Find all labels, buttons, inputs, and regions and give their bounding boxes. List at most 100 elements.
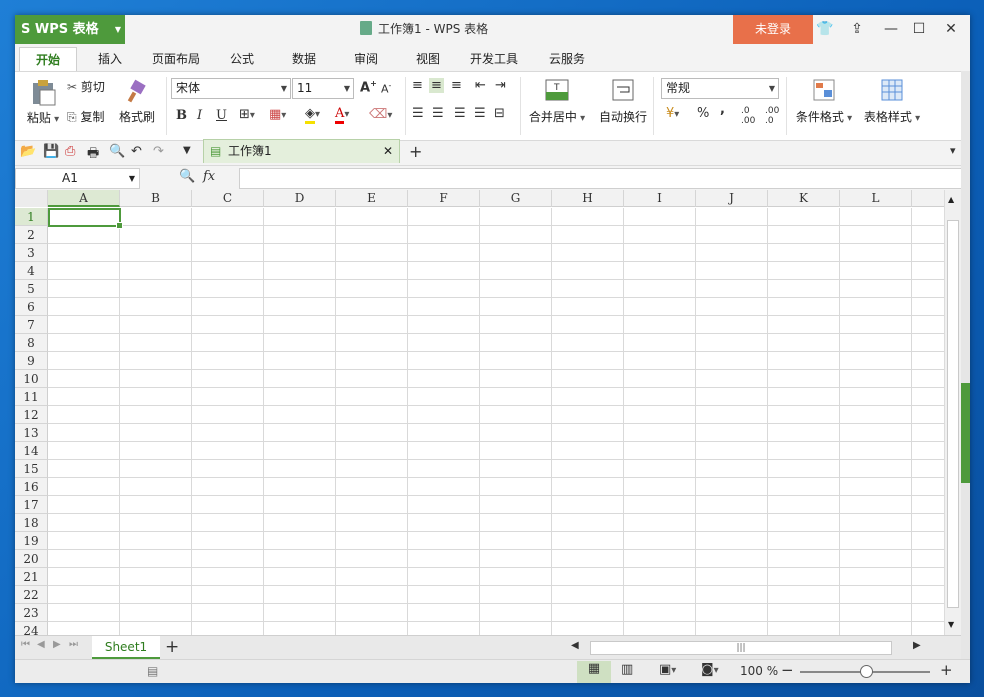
copy-button[interactable]: ⎘ 复制 <box>67 108 104 125</box>
zoom-level[interactable]: 100 % <box>740 664 778 678</box>
column-header-f[interactable]: F <box>408 190 480 207</box>
cell-border-style-icon[interactable]: ▦▾ <box>269 107 286 122</box>
row-header-11[interactable]: 11 <box>15 388 48 406</box>
open-folder-icon[interactable]: 📂 <box>20 144 36 159</box>
add-sheet-button[interactable]: + <box>165 637 179 657</box>
align-top-icon[interactable]: ≡ <box>412 78 423 93</box>
font-size-select[interactable]: 11 ▼ <box>292 78 354 99</box>
insert-function-button[interactable]: fx <box>203 169 215 184</box>
cell-grid[interactable] <box>48 208 944 635</box>
tab-view[interactable]: 视图 <box>405 47 451 71</box>
row-header-7[interactable]: 7 <box>15 316 48 334</box>
row-header-21[interactable]: 21 <box>15 568 48 586</box>
page-break-view-icon[interactable]: ▥ <box>621 662 633 677</box>
customize-toolbar-icon[interactable]: ▼ <box>183 145 191 156</box>
merge-center-button[interactable]: T 合并居中 ▾ <box>527 78 587 125</box>
zoom-out-button[interactable]: − <box>781 661 794 679</box>
currency-icon[interactable]: ¥▾ <box>666 106 679 121</box>
name-box[interactable]: A1 ▼ <box>15 168 140 189</box>
print-preview-icon[interactable]: 🔍 <box>109 144 125 159</box>
close-tab-icon[interactable]: ✕ <box>383 140 393 162</box>
column-header-h[interactable]: H <box>552 190 624 207</box>
increase-indent-icon[interactable]: ⇥ <box>495 78 506 93</box>
row-header-18[interactable]: 18 <box>15 514 48 532</box>
upload-icon[interactable]: ⇪ <box>843 15 871 44</box>
scroll-right-icon[interactable]: ▶ <box>913 640 921 651</box>
border-icon[interactable]: ⊞▾ <box>239 107 255 122</box>
row-header-23[interactable]: 23 <box>15 604 48 622</box>
align-right-icon[interactable]: ☰ <box>454 106 466 121</box>
tab-review[interactable]: 审阅 <box>343 47 389 71</box>
bold-button[interactable]: B <box>176 108 187 123</box>
vertical-scrollbar[interactable]: ▲ ▼ <box>944 190 961 635</box>
new-tab-button[interactable]: + <box>409 142 422 161</box>
table-style-button[interactable]: 表格样式 ▾ <box>861 78 923 125</box>
column-header-b[interactable]: B <box>120 190 192 207</box>
justify-icon[interactable]: ☰ <box>474 106 486 121</box>
scroll-up-icon[interactable]: ▲ <box>948 195 954 204</box>
tab-insert[interactable]: 插入 <box>87 47 133 71</box>
row-header-14[interactable]: 14 <box>15 442 48 460</box>
row-header-5[interactable]: 5 <box>15 280 48 298</box>
row-header-20[interactable]: 20 <box>15 550 48 568</box>
zoom-slider-handle[interactable] <box>860 665 873 678</box>
column-header-j[interactable]: J <box>696 190 768 207</box>
align-middle-icon[interactable]: ≡ <box>429 78 444 93</box>
eye-protection-icon[interactable]: ◙▾ <box>701 662 719 677</box>
row-header-9[interactable]: 9 <box>15 352 48 370</box>
app-menu-button[interactable]: S WPS 表格 ▼ <box>15 15 125 44</box>
increase-decimal-icon[interactable]: .0.00 <box>741 106 755 126</box>
reading-mode-icon[interactable]: ▣▾ <box>659 662 676 677</box>
italic-button[interactable]: I <box>197 108 202 123</box>
comma-button[interactable]: , <box>720 102 725 117</box>
tab-home[interactable]: 开始 <box>19 47 77 71</box>
cut-button[interactable]: ✂ 剪切 <box>67 78 105 95</box>
row-header-15[interactable]: 15 <box>15 460 48 478</box>
column-header-g[interactable]: G <box>480 190 552 207</box>
row-header-19[interactable]: 19 <box>15 532 48 550</box>
row-header-12[interactable]: 12 <box>15 406 48 424</box>
row-header-10[interactable]: 10 <box>15 370 48 388</box>
side-panel-toggle[interactable] <box>961 383 970 483</box>
redo-icon[interactable]: ↷ <box>153 144 164 159</box>
row-header-8[interactable]: 8 <box>15 334 48 352</box>
distribute-icon[interactable]: ⊟ <box>494 106 505 121</box>
column-header-i[interactable]: I <box>624 190 696 207</box>
row-header-16[interactable]: 16 <box>15 478 48 496</box>
font-color-icon[interactable]: A▾ <box>335 106 349 124</box>
fill-color-icon[interactable]: ◈▾ <box>305 106 320 124</box>
font-name-select[interactable]: 宋体 ▼ <box>171 78 291 99</box>
zoom-in-button[interactable]: + <box>940 661 953 679</box>
number-format-select[interactable]: 常规 ▼ <box>661 78 779 99</box>
row-header-6[interactable]: 6 <box>15 298 48 316</box>
conditional-format-button[interactable]: 条件格式 ▾ <box>793 78 855 125</box>
horizontal-scrollbar[interactable]: ||| <box>590 641 892 655</box>
row-header-3[interactable]: 3 <box>15 244 48 262</box>
export-pdf-icon[interactable]: ⎙ <box>65 144 75 159</box>
prev-sheet-icon[interactable]: ◀ <box>37 639 45 650</box>
row-header-1[interactable]: 1 <box>15 208 48 226</box>
skin-icon[interactable]: 👕 <box>811 15 839 44</box>
percent-button[interactable]: % <box>697 106 709 121</box>
column-header-c[interactable]: C <box>192 190 264 207</box>
tab-page-layout[interactable]: 页面布局 <box>145 47 207 71</box>
next-sheet-icon[interactable]: ▶ <box>53 639 61 650</box>
underline-button[interactable]: U <box>216 108 227 123</box>
scroll-left-icon[interactable]: ◀ <box>571 640 579 651</box>
column-header-d[interactable]: D <box>264 190 336 207</box>
print-icon[interactable]: 🖶 <box>87 144 99 166</box>
align-left-icon[interactable]: ☰ <box>412 106 424 121</box>
row-header-24[interactable]: 24 <box>15 622 48 635</box>
tab-cloud[interactable]: 云服务 <box>537 47 597 71</box>
tab-formula[interactable]: 公式 <box>219 47 265 71</box>
close-button[interactable]: ✕ <box>937 15 965 44</box>
save-icon[interactable]: 💾 <box>43 144 59 159</box>
formula-input[interactable] <box>239 168 962 189</box>
clear-format-icon[interactable]: ⌫▾ <box>369 107 392 122</box>
vertical-scroll-thumb[interactable] <box>947 220 959 608</box>
paste-button[interactable]: 粘贴 ▾ <box>23 78 63 126</box>
zoom-search-icon[interactable]: 🔍 <box>179 169 195 184</box>
increase-font-icon[interactable]: A+ <box>360 79 377 95</box>
wrap-text-button[interactable]: 自动换行 <box>595 78 651 125</box>
first-sheet-icon[interactable]: ⏮ <box>21 639 30 650</box>
